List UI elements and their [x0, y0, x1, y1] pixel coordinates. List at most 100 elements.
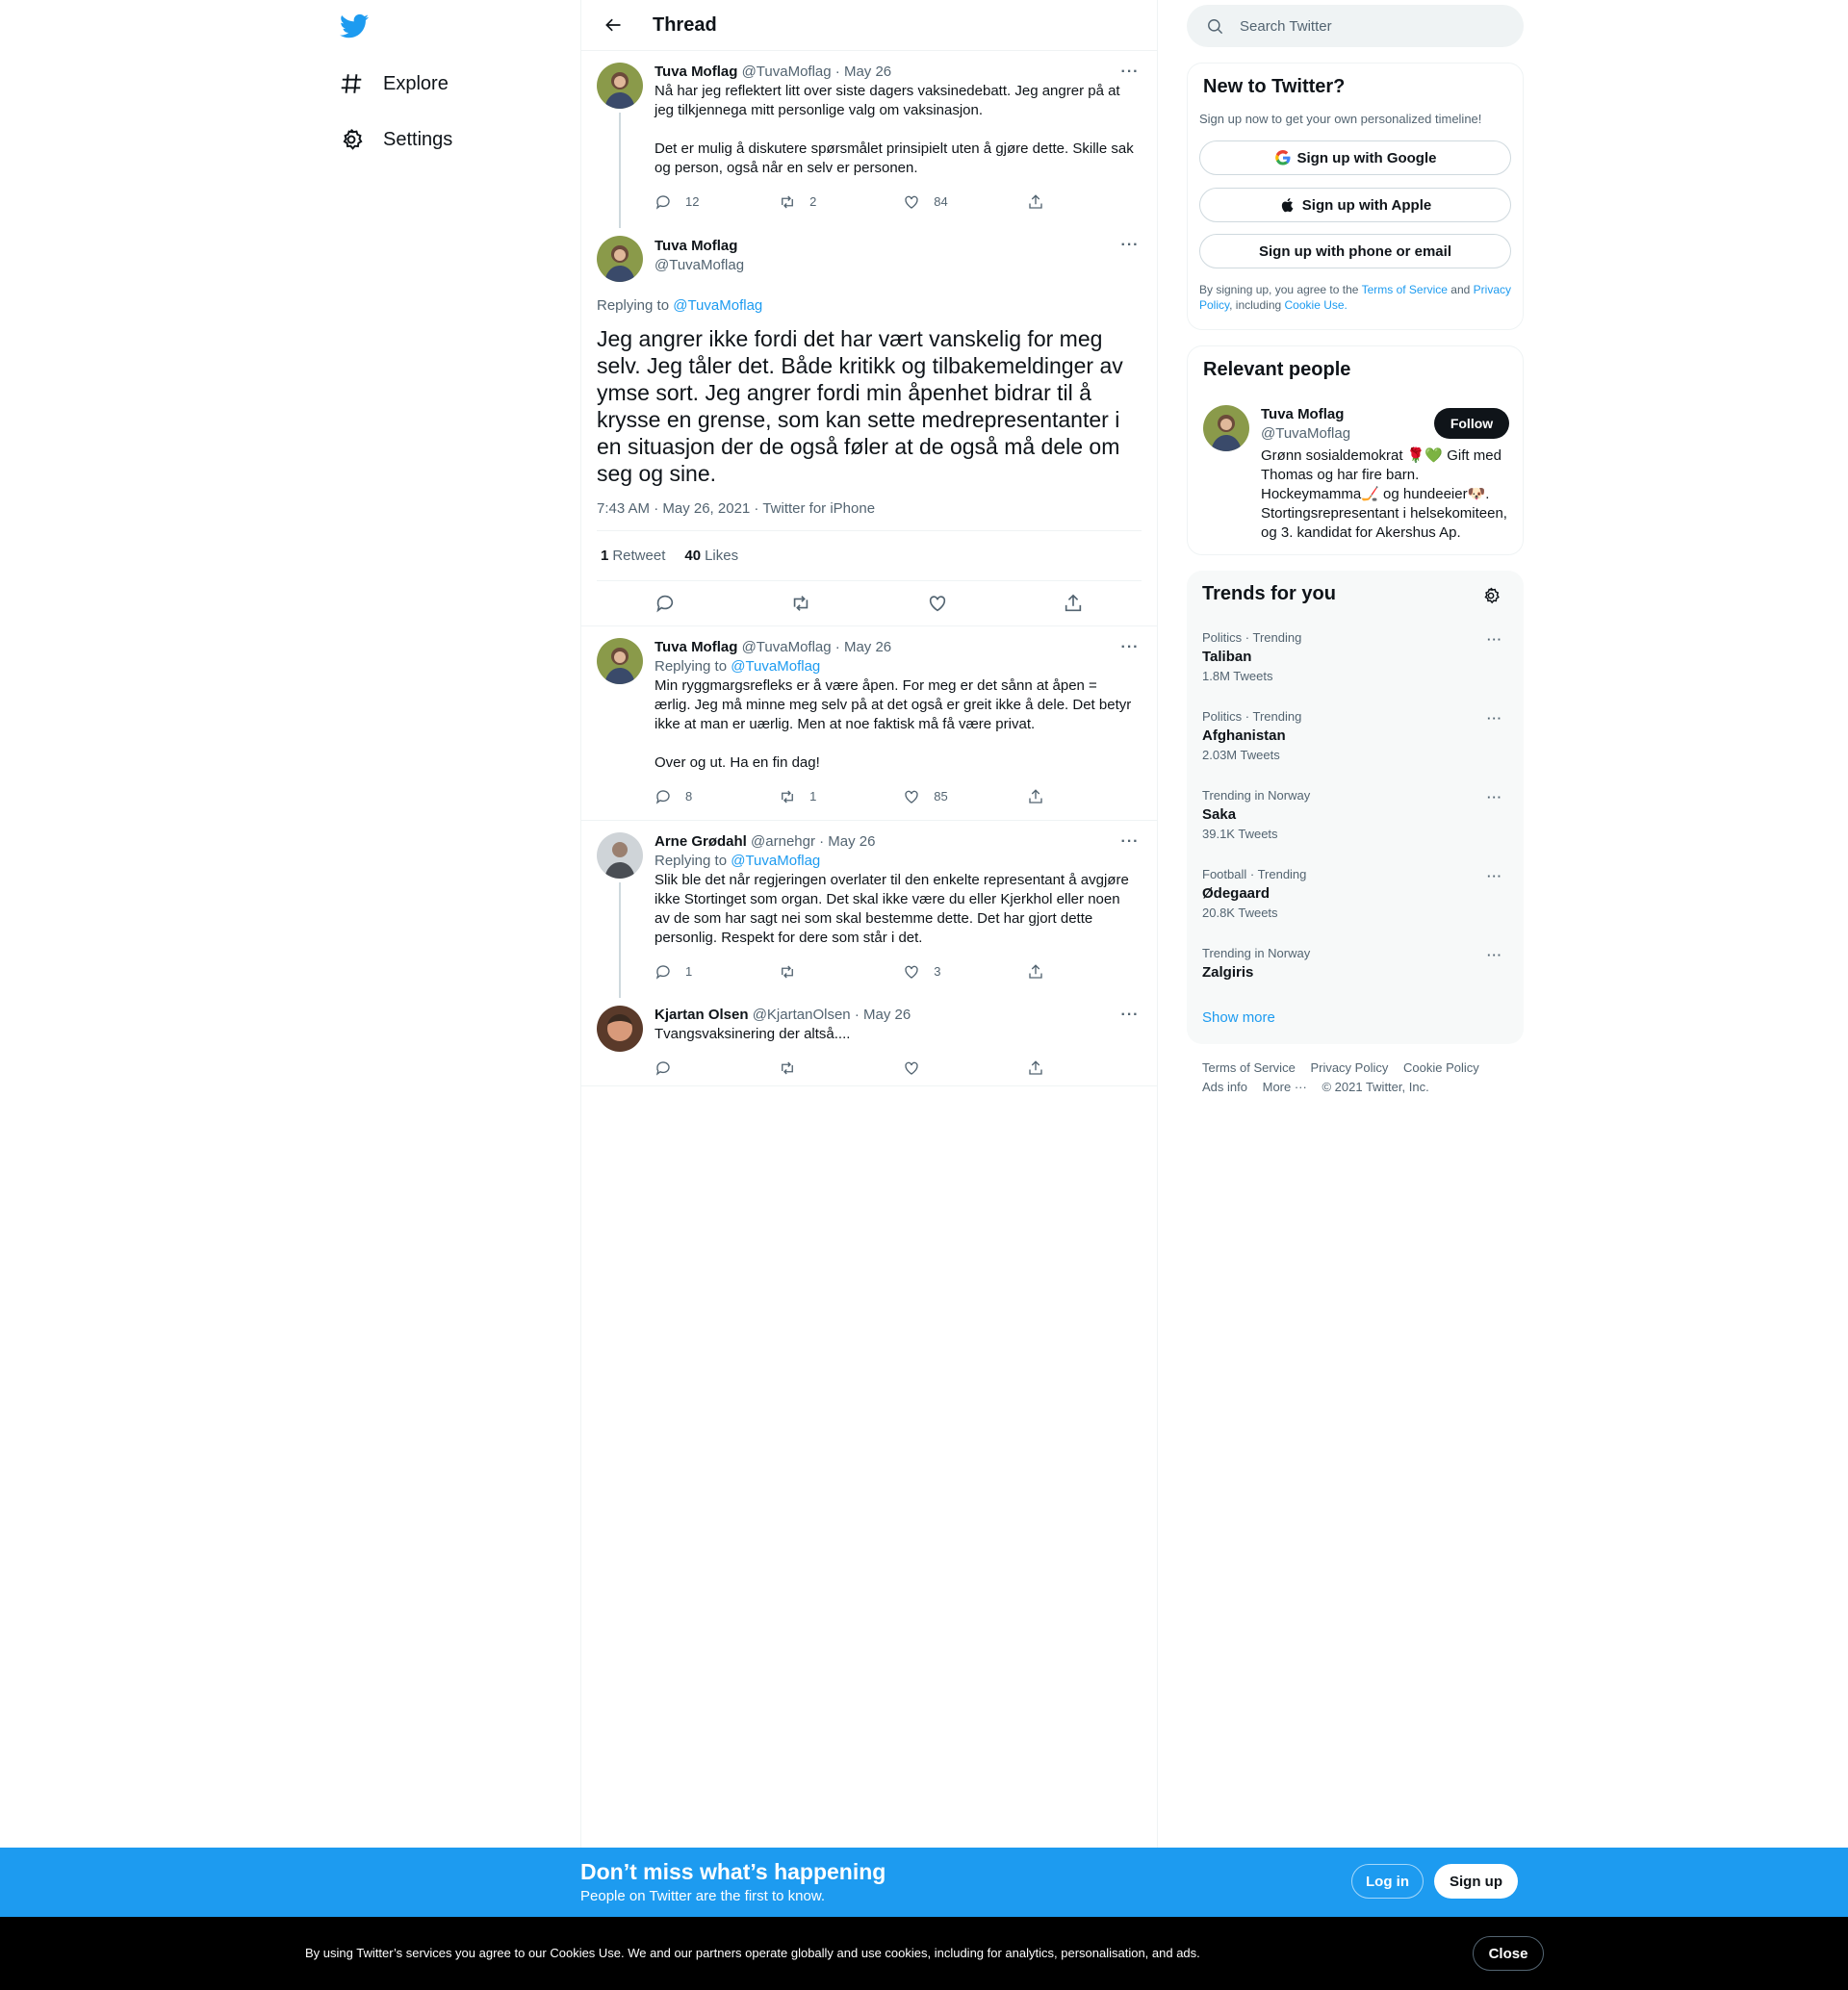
trend-item[interactable]: Football · Trending Ødegaard 20.8K Tweet…	[1202, 867, 1510, 921]
replying-to-link[interactable]: @TuvaMoflag	[673, 297, 762, 314]
retweet-icon[interactable]	[790, 593, 811, 614]
gear-icon[interactable]	[1481, 586, 1501, 605]
like-button[interactable]: 84	[903, 192, 1027, 212]
author-handle[interactable]: @arnehgr	[751, 833, 815, 850]
footer-copyright: © 2021 Twitter, Inc.	[1322, 1080, 1429, 1094]
trend-item[interactable]: Trending in Norway Saka 39.1K Tweets ···	[1202, 788, 1510, 842]
relevant-person-handle[interactable]: @TuvaMoflag	[1261, 424, 1350, 444]
reply-button[interactable]: 1	[654, 962, 779, 982]
author-handle[interactable]: @TuvaMoflag	[654, 256, 1142, 275]
signup-apple-label: Sign up with Apple	[1301, 196, 1432, 214]
trend-name: Ødegaard	[1202, 885, 1270, 902]
cookie-banner: By using Twitter’s services you agree to…	[0, 1917, 1848, 1990]
login-button[interactable]: Log in	[1351, 1864, 1424, 1899]
relevant-person-name[interactable]: Tuva Moflag	[1261, 405, 1350, 424]
signup-button[interactable]: Sign up	[1434, 1864, 1518, 1899]
avatar[interactable]	[597, 1006, 643, 1052]
trend-context: Football · Trending	[1202, 867, 1307, 881]
more-options-button[interactable]: ···	[1118, 1006, 1142, 1025]
reply-icon[interactable]	[654, 593, 676, 614]
relevant-person-bio: Grønn sosialdemokrat 🌹💚 Gift med Thomas …	[1261, 447, 1507, 541]
author-handle[interactable]: @TuvaMoflag	[742, 639, 832, 655]
author-handle[interactable]: @KjartanOlsen	[753, 1007, 851, 1023]
retweet-button[interactable]: 2	[779, 192, 903, 212]
footer-privacy-link[interactable]: Privacy Policy	[1310, 1059, 1388, 1078]
more-options-button[interactable]: ···	[1118, 63, 1142, 82]
trend-more-button[interactable]: ···	[1487, 632, 1502, 648]
tweet-date[interactable]: · May 26	[835, 64, 891, 80]
back-button[interactable]	[597, 9, 629, 41]
thread-connector	[619, 882, 621, 998]
like-stat[interactable]: 40 Likes	[684, 548, 738, 564]
nav-settings[interactable]: Settings	[339, 120, 452, 159]
footer-cookie-link[interactable]: Cookie Policy	[1403, 1059, 1479, 1078]
footer-ads-link[interactable]: Ads info	[1202, 1078, 1247, 1097]
retweet-button[interactable]	[779, 1059, 903, 1077]
author-name[interactable]: Tuva Moflag	[654, 64, 737, 80]
trend-more-button[interactable]: ···	[1487, 869, 1502, 884]
trend-more-button[interactable]: ···	[1487, 790, 1502, 805]
trend-item[interactable]: Trending in Norway Zalgiris ···	[1202, 946, 1510, 984]
author-handle[interactable]: @TuvaMoflag	[742, 64, 832, 80]
footer-more-link[interactable]: More ···	[1263, 1078, 1307, 1097]
tweet-date[interactable]: · May 26	[855, 1007, 911, 1023]
share-icon[interactable]	[1063, 593, 1084, 614]
signup-google-button[interactable]: Sign up with Google	[1199, 140, 1511, 175]
tweet-4[interactable]: Arne Grødahl @arnehgr · May 26 Replying …	[581, 821, 1157, 998]
signup-phone-button[interactable]: Sign up with phone or email	[1199, 234, 1511, 268]
retweet-button[interactable]: 1	[779, 787, 903, 806]
avatar[interactable]	[597, 236, 643, 282]
share-button[interactable]	[1027, 193, 1064, 211]
share-button[interactable]	[1027, 1059, 1064, 1077]
author-name[interactable]: Arne Grødahl	[654, 833, 747, 850]
reply-button[interactable]	[654, 1059, 779, 1077]
replying-to-link[interactable]: @TuvaMoflag	[731, 853, 820, 869]
tos-link[interactable]: Terms of Service	[1362, 283, 1448, 296]
footer-tos-link[interactable]: Terms of Service	[1202, 1059, 1296, 1078]
tweet-timestamp[interactable]: 7:43 AM · May 26, 2021 · Twitter for iPh…	[597, 500, 1142, 531]
author-name[interactable]: Kjartan Olsen	[654, 1007, 749, 1023]
thread-connector	[619, 113, 621, 228]
reply-button[interactable]: 12	[654, 192, 779, 212]
avatar[interactable]	[1203, 405, 1249, 451]
nav-explore[interactable]: Explore	[339, 64, 449, 103]
avatar[interactable]	[597, 638, 643, 684]
replying-label: Replying to	[597, 297, 670, 314]
like-button[interactable]: 85	[903, 787, 1027, 806]
like-button[interactable]	[903, 1059, 1027, 1077]
share-button[interactable]	[1027, 788, 1064, 805]
avatar[interactable]	[597, 63, 643, 109]
like-button[interactable]: 3	[903, 962, 1027, 982]
heart-icon[interactable]	[927, 593, 948, 614]
trend-more-button[interactable]: ···	[1487, 711, 1502, 727]
reply-button[interactable]: 8	[654, 787, 779, 806]
show-more-link[interactable]: Show more	[1202, 1009, 1275, 1026]
reply-count: 12	[685, 194, 700, 209]
retweet-stat[interactable]: 1 Retweet	[601, 548, 665, 564]
tweet-3[interactable]: Tuva Moflag @TuvaMoflag · May 26 Replyin…	[581, 626, 1157, 821]
signup-apple-button[interactable]: Sign up with Apple	[1199, 188, 1511, 222]
trend-item[interactable]: Politics · Trending Afghanistan 2.03M Tw…	[1202, 709, 1510, 763]
tweet-5[interactable]: Kjartan Olsen @KjartanOlsen · May 26 Tva…	[581, 994, 1157, 1086]
cookie-link[interactable]: Cookie Use.	[1285, 298, 1348, 312]
search-input[interactable]: Search Twitter	[1187, 5, 1524, 47]
avatar[interactable]	[597, 832, 643, 879]
author-name[interactable]: Tuva Moflag	[654, 639, 737, 655]
replying-to-link[interactable]: @TuvaMoflag	[731, 658, 820, 675]
tweet-1[interactable]: Tuva Moflag @TuvaMoflag · May 26 Nå har …	[581, 51, 1157, 228]
retweet-button[interactable]	[779, 963, 903, 981]
twitter-logo-icon[interactable]	[339, 12, 371, 40]
tweet-date[interactable]: · May 26	[835, 639, 891, 655]
share-button[interactable]	[1027, 963, 1064, 981]
more-options-button[interactable]: ···	[1118, 638, 1142, 657]
tweet-text: Tvangsvaksinering der altså....	[654, 1025, 1134, 1044]
trend-item[interactable]: Politics · Trending Taliban 1.8M Tweets …	[1202, 630, 1510, 684]
more-options-button[interactable]: ···	[1118, 832, 1142, 852]
follow-button[interactable]: Follow	[1434, 408, 1509, 439]
cookie-close-button[interactable]: Close	[1473, 1936, 1544, 1971]
author-name[interactable]: Tuva Moflag	[654, 237, 1142, 256]
trend-more-button[interactable]: ···	[1487, 948, 1502, 963]
trends-card: Trends for you Politics · Trending Talib…	[1187, 571, 1524, 1044]
tweet-date[interactable]: · May 26	[819, 833, 875, 850]
more-options-button[interactable]: ···	[1118, 236, 1142, 255]
